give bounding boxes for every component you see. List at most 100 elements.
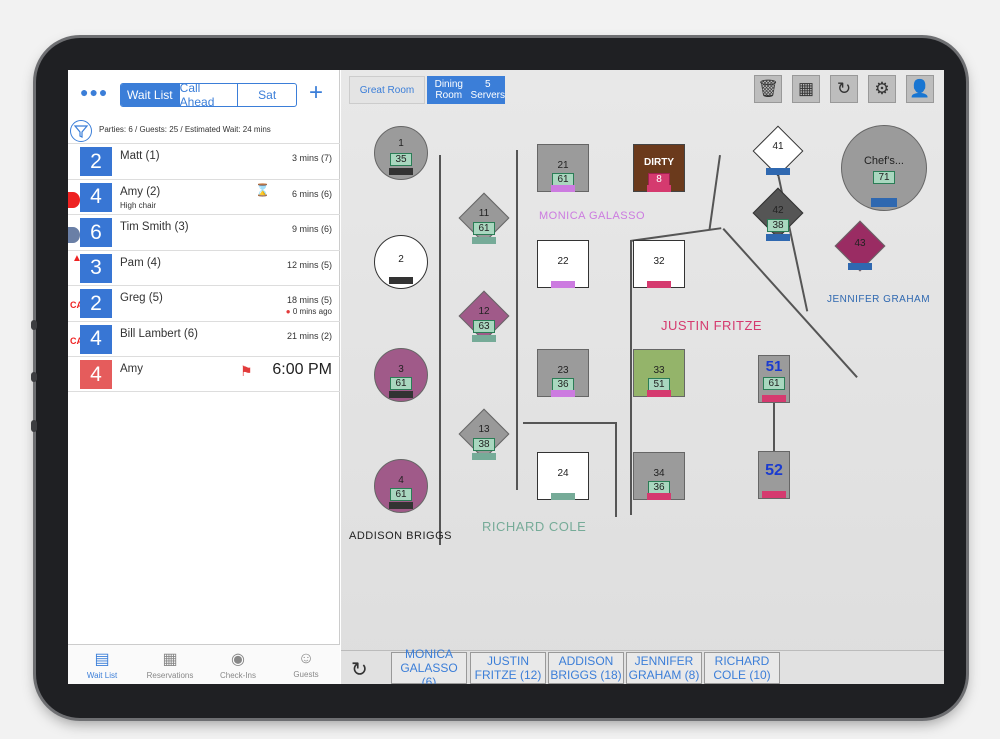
- table-22[interactable]: 22: [537, 240, 589, 288]
- server-strip: [472, 237, 496, 244]
- party-size: 4: [80, 182, 112, 212]
- nav-reservations[interactable]: ▦ Reservations: [136, 645, 204, 684]
- party-name: Amy (2): [120, 185, 161, 198]
- refresh-icon[interactable]: ↻: [351, 657, 368, 682]
- table-chefs[interactable]: Chef's... 71: [841, 125, 927, 211]
- server-button-line: GALASSO (6): [400, 661, 458, 684]
- wait-time: 6 mins (6): [291, 188, 332, 199]
- server-button-line: GRAHAM (8): [628, 668, 700, 682]
- table-11[interactable]: 11 61: [459, 208, 509, 244]
- party-size: 4: [80, 324, 112, 354]
- refresh-icon[interactable]: ↻: [830, 75, 858, 103]
- table-4[interactable]: 4 61: [374, 459, 428, 513]
- server-label-addison: ADDISON BRIGGS: [349, 530, 452, 542]
- nav-check-ins[interactable]: ◉ Check-Ins: [204, 645, 272, 684]
- tab-call-ahead[interactable]: Call Ahead: [180, 84, 239, 106]
- table-2[interactable]: 2: [374, 235, 428, 289]
- party-size: 2: [80, 147, 112, 176]
- gear-icon[interactable]: ⚙: [868, 75, 896, 103]
- server-strip: [389, 168, 413, 175]
- table-number: 51: [765, 358, 783, 375]
- filter-icon[interactable]: [70, 120, 92, 142]
- server-button-line: BRIGGS (18): [550, 668, 622, 682]
- location-pin-icon: ●: [285, 307, 291, 316]
- room-name: Dining Room: [434, 79, 463, 101]
- tablet-side-button: [31, 420, 37, 432]
- server-label-jennifer: JENNIFER GRAHAM: [827, 294, 931, 305]
- flag-icon: ⚑: [240, 363, 253, 379]
- party-size: 6: [80, 218, 112, 247]
- server-strip: [551, 493, 575, 500]
- user-icon[interactable]: 👤: [906, 75, 934, 103]
- wait-time: 9 mins (6): [291, 224, 332, 234]
- tab-wait-list[interactable]: Wait List: [121, 84, 180, 106]
- table-24[interactable]: 24: [537, 452, 589, 500]
- table-12[interactable]: 12 63: [459, 306, 509, 342]
- party-note: High chair: [120, 200, 157, 210]
- table-number: 21: [557, 160, 569, 171]
- table-23[interactable]: 23 36: [537, 349, 589, 397]
- table-number: 41: [772, 141, 784, 152]
- table-32[interactable]: 32: [633, 240, 685, 288]
- tab-great-room[interactable]: Great Room: [349, 76, 425, 104]
- server-button-monica[interactable]: MONICA GALASSO (6): [391, 647, 467, 684]
- list-item[interactable]: CA 2 Greg (5) 18 mins (5) ● 0 mins ago: [68, 285, 340, 321]
- tab-dining-room[interactable]: Dining Room 5 Servers: [427, 76, 505, 104]
- party-name: Pam (4): [120, 256, 161, 269]
- table-41[interactable]: 41: [753, 141, 803, 175]
- table-link: [773, 403, 775, 451]
- waitlist-panel: ●●● Wait List Call Ahead Sat + Parties: …: [68, 70, 340, 684]
- trash-icon[interactable]: 🗑: [754, 75, 782, 103]
- nav-guests[interactable]: ☺ Guests: [272, 645, 340, 684]
- list-item[interactable]: 4 Amy (2) High chair ⌛ 6 mins (6): [68, 178, 340, 215]
- server-label-monica: MONICA GALASSO: [539, 210, 646, 222]
- list-item[interactable]: CA 4 Bill Lambert (6) 21 mins (2): [68, 320, 340, 357]
- add-party-button[interactable]: +: [309, 79, 323, 107]
- person-icon: ☺: [297, 650, 315, 667]
- party-badge: 61: [473, 222, 495, 235]
- table-1[interactable]: 1 35: [374, 126, 428, 180]
- more-icon[interactable]: ●●●: [80, 84, 108, 100]
- server-strip: [551, 281, 575, 288]
- section-divider: [615, 422, 617, 517]
- table-number: 13: [478, 424, 490, 435]
- table-number: 24: [557, 468, 569, 479]
- table-43[interactable]: 43: [835, 238, 885, 270]
- list-item[interactable]: 2 Matt (1) 3 mins (7): [68, 143, 340, 179]
- table-51[interactable]: 51 61: [758, 355, 790, 403]
- table-33[interactable]: 33 51: [633, 349, 685, 397]
- server-button-addison[interactable]: ADDISON BRIGGS (18): [548, 652, 624, 684]
- party-name: Tim Smith (3): [120, 221, 189, 233]
- server-strip: [762, 395, 786, 402]
- server-button-jennifer[interactable]: JENNIFER GRAHAM (8): [626, 652, 702, 684]
- server-strip: [647, 390, 671, 397]
- list-item[interactable]: 4 Amy ⚑ 6:00 PM: [68, 356, 340, 392]
- nav-wait-list[interactable]: ▤ Wait List: [68, 645, 136, 684]
- calendar-icon[interactable]: ▦: [792, 75, 820, 103]
- tab-sat[interactable]: Sat: [238, 84, 296, 106]
- table-number: 52: [765, 462, 783, 479]
- table-52[interactable]: 52: [758, 451, 790, 499]
- table-dirty[interactable]: DIRTY 8: [633, 144, 685, 192]
- server-button-justin[interactable]: JUSTIN FRITZE (12): [470, 652, 546, 684]
- bottom-nav: ▤ Wait List ▦ Reservations ◉ Check-Ins ☺ Gue…: [68, 644, 340, 684]
- status-dot: [68, 191, 80, 208]
- table-42[interactable]: 42 38: [753, 205, 803, 241]
- server-button-line: MONICA: [405, 647, 453, 661]
- server-strip: [766, 234, 790, 241]
- list-item[interactable]: 6 Tim Smith (3) 9 mins (6): [68, 214, 340, 250]
- table-status: DIRTY: [644, 157, 674, 168]
- clipboard-icon: ▤: [94, 651, 110, 668]
- party-name: Greg (5): [120, 292, 163, 304]
- table-34[interactable]: 34 36: [633, 452, 685, 500]
- server-button-richard[interactable]: RICHARD COLE (10): [704, 652, 780, 684]
- table-3[interactable]: 3 61: [374, 348, 428, 402]
- server-label-richard: RICHARD COLE: [482, 519, 587, 534]
- party-size: 2: [80, 289, 112, 318]
- party-badge: 35: [390, 153, 412, 166]
- table-21[interactable]: 21 61: [537, 144, 589, 192]
- table-13[interactable]: 13 38: [459, 424, 509, 460]
- table-number: 32: [653, 256, 665, 267]
- server-button-line: COLE (10): [713, 668, 771, 682]
- list-item[interactable]: ▲ 3 Pam (4) 12 mins (5): [68, 249, 340, 286]
